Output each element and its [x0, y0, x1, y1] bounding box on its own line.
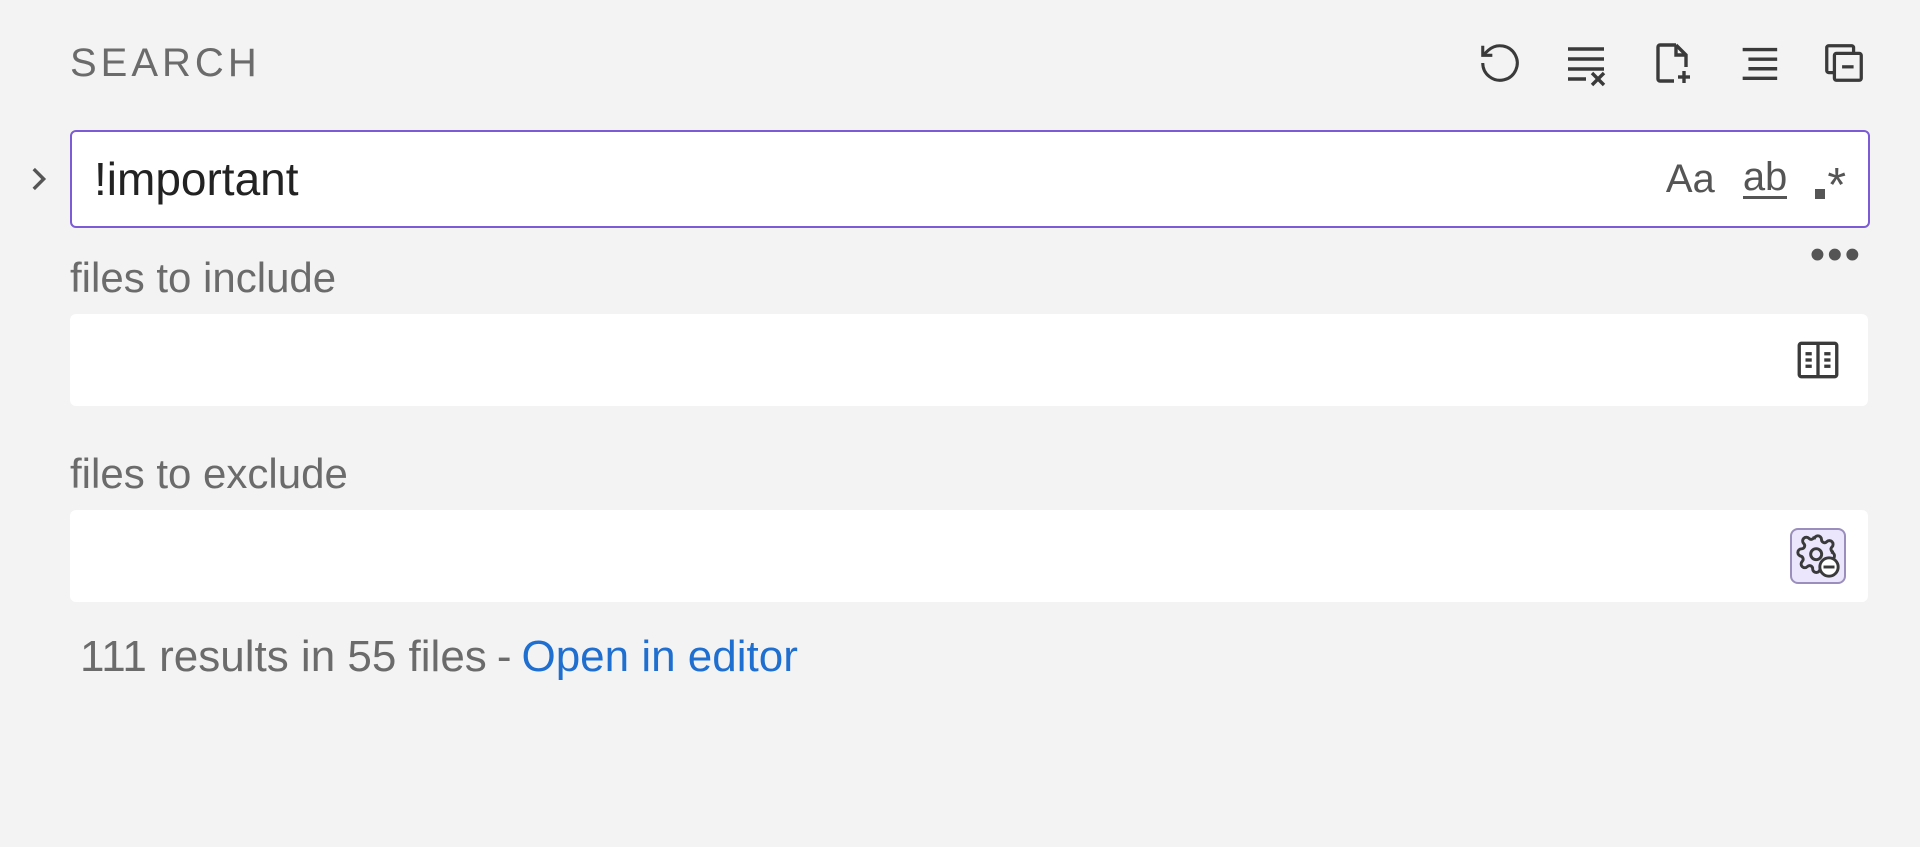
search-row: Aa ab *: [0, 100, 1920, 228]
match-case-icon[interactable]: Aa: [1666, 157, 1715, 201]
search-modifiers: Aa ab *: [1666, 157, 1846, 201]
include-label: files to include: [70, 254, 1868, 302]
exclude-label: files to exclude: [70, 450, 1868, 498]
exclude-block: files to exclude: [0, 450, 1920, 602]
view-tree-icon[interactable]: [1734, 39, 1782, 87]
exclude-settings-gear-icon[interactable]: [1790, 528, 1846, 584]
search-input[interactable]: [94, 152, 1646, 206]
include-block: files to include: [0, 254, 1920, 406]
files-to-exclude-input[interactable]: [92, 533, 1790, 578]
toggle-replace-chevron-icon[interactable]: [18, 159, 58, 199]
panel-header: SEARCH: [0, 0, 1920, 100]
search-input-container: Aa ab *: [70, 130, 1870, 228]
book-icon[interactable]: [1790, 332, 1846, 388]
results-summary-row: 111 results in 55 files - Open in editor: [0, 602, 1920, 682]
results-summary: 111 results in 55 files: [80, 632, 487, 682]
refresh-icon[interactable]: [1476, 39, 1524, 87]
files-to-include-input[interactable]: [92, 337, 1790, 382]
whole-word-icon[interactable]: ab: [1743, 157, 1788, 201]
new-search-editor-icon[interactable]: [1648, 39, 1696, 87]
regex-icon[interactable]: *: [1815, 157, 1846, 201]
panel-title: SEARCH: [70, 41, 261, 86]
include-input-container: [70, 314, 1868, 406]
search-panel: SEARCH Aa ab: [0, 0, 1920, 847]
results-separator: -: [497, 632, 512, 682]
header-actions: [1476, 39, 1868, 87]
open-in-editor-link[interactable]: Open in editor: [521, 632, 797, 682]
exclude-input-container: [70, 510, 1868, 602]
clear-results-icon[interactable]: [1562, 39, 1610, 87]
toggle-details-icon[interactable]: •••: [1810, 246, 1862, 264]
collapse-all-icon[interactable]: [1820, 39, 1868, 87]
